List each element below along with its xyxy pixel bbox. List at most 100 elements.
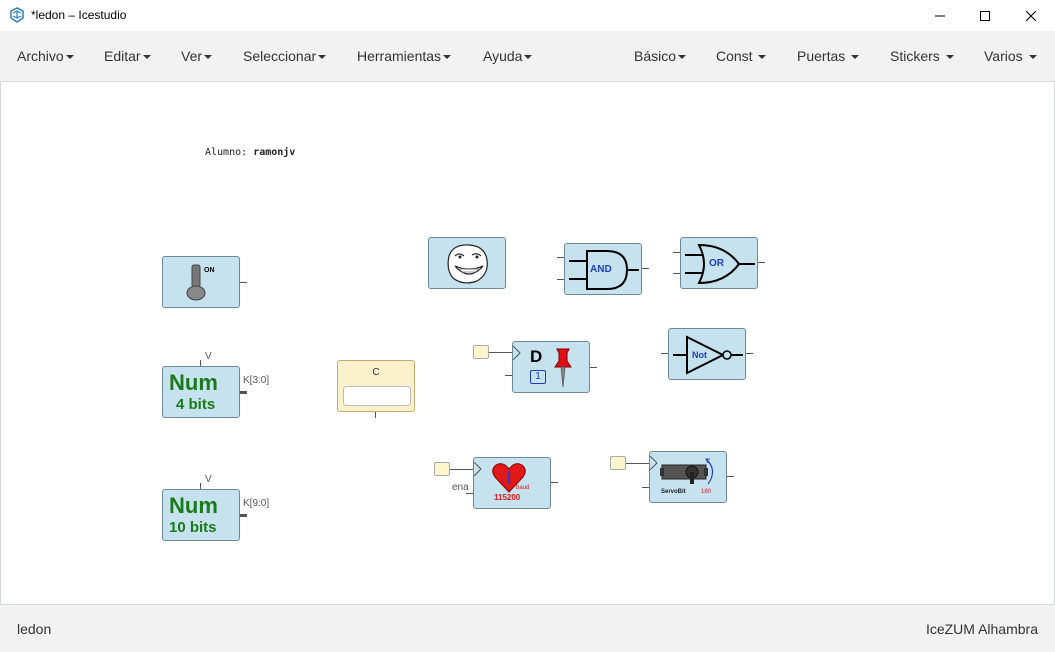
pin-stub — [505, 375, 512, 376]
caret-down-icon — [1028, 55, 1037, 60]
window-title: *ledon – Icestudio — [31, 8, 127, 22]
info-title: C — [372, 367, 380, 378]
pin-stub — [590, 367, 597, 368]
memo-value: ramonjv — [253, 147, 296, 158]
not-gate-icon — [673, 335, 743, 375]
info-block[interactable]: C — [337, 360, 415, 412]
status-project-name: ledon — [17, 621, 52, 637]
pin-stub — [727, 476, 734, 477]
menu-bar: Archivo Editar Ver Seleccionar Herramien… — [0, 31, 1055, 82]
input-port-square[interactable] — [434, 462, 450, 476]
servobit-block[interactable]: ServoBit 180 — [649, 451, 727, 503]
menu-archivo[interactable]: Archivo — [17, 48, 74, 64]
caret-down-icon — [945, 55, 954, 60]
and-label: AND — [590, 264, 612, 275]
memo-label: Alumno: — [205, 147, 248, 158]
menu-varios[interactable]: Varios — [984, 48, 1037, 64]
pin-stub — [758, 262, 765, 263]
not-gate-block[interactable]: Not — [668, 328, 746, 380]
menu-editar[interactable]: Editar — [104, 48, 151, 64]
maximize-button[interactable] — [962, 0, 1008, 31]
caret-down-icon — [524, 55, 533, 60]
and-gate-block[interactable]: AND — [564, 243, 642, 295]
memo-text[interactable]: Alumno: ramonjv — [205, 147, 295, 158]
switch-label: ON — [204, 267, 215, 274]
minimize-button[interactable] — [917, 0, 963, 31]
menu-seleccionar[interactable]: Seleccionar — [243, 48, 327, 64]
heart-baud-value: 115200 — [494, 493, 521, 502]
title-bar: *ledon – Icestudio — [0, 0, 1055, 31]
menu-const[interactable]: Const — [716, 48, 767, 64]
dff-block[interactable]: D 1 — [512, 341, 590, 393]
pin-stub — [557, 257, 564, 258]
pin-stub — [642, 487, 649, 488]
input-port-square[interactable] — [610, 456, 626, 470]
pin-stub — [466, 493, 473, 494]
caret-down-icon — [443, 55, 452, 60]
pin-stub — [746, 353, 753, 354]
wire-stub — [489, 352, 512, 353]
num10-port-label: K[9:0] — [243, 498, 270, 509]
pin-stub — [673, 252, 680, 253]
pin-stub — [642, 268, 649, 269]
status-board-name[interactable]: IceZUM Alhambra — [926, 621, 1038, 637]
clock-triangle-icon — [474, 462, 482, 476]
input-port-square[interactable] — [473, 345, 489, 359]
design-canvas[interactable]: Alumno: ramonjv ON V Num 4 bits K[3:0] V… — [0, 82, 1055, 604]
num10-block[interactable]: Num 10 bits — [162, 489, 240, 541]
wire-stub — [450, 469, 473, 470]
status-bar: ledon IceZUM Alhambra — [0, 604, 1055, 652]
icestudio-logo-icon — [10, 7, 24, 23]
clock-triangle-icon — [513, 346, 521, 360]
or-label: OR — [709, 258, 724, 269]
caret-down-icon — [204, 55, 213, 60]
pin-stub — [673, 273, 680, 274]
caret-down-icon — [318, 55, 327, 60]
num4-top-label: V — [205, 351, 212, 362]
num4-port-label: K[3:0] — [243, 375, 270, 386]
wire-stub — [240, 282, 247, 283]
menu-herramientas[interactable]: Herramientas — [357, 48, 452, 64]
trollface-sticker[interactable] — [428, 237, 506, 289]
not-label: Not — [692, 350, 707, 360]
menu-puertas[interactable]: Puertas — [797, 48, 860, 64]
caret-down-icon — [65, 55, 74, 60]
num10-line2: 10 bits — [169, 519, 217, 536]
dff-init-value: 1 — [530, 370, 546, 384]
caret-down-icon — [758, 55, 767, 60]
num10-top-label: V — [205, 474, 212, 485]
pin-stub — [551, 482, 558, 483]
num4-block[interactable]: Num 4 bits — [162, 366, 240, 418]
heart-ena-label: ena — [452, 482, 469, 493]
dff-letter: D — [530, 347, 543, 366]
servo-name: ServoBit — [661, 489, 686, 495]
clock-triangle-icon — [650, 456, 658, 470]
menu-ayuda[interactable]: Ayuda — [483, 48, 533, 64]
num10-line1: Num — [169, 493, 218, 518]
wire-stub — [626, 463, 649, 464]
minimize-icon — [935, 15, 945, 16]
info-value-field[interactable] — [343, 386, 411, 406]
pin-stub — [375, 412, 376, 418]
switch-block[interactable]: ON — [162, 256, 240, 308]
bus-stub — [240, 391, 247, 394]
caret-down-icon — [678, 55, 687, 60]
menu-basico[interactable]: Básico — [634, 48, 687, 64]
menu-ver[interactable]: Ver — [181, 48, 213, 64]
maximize-icon — [980, 10, 990, 21]
close-icon — [1026, 10, 1036, 21]
num4-line1: Num — [169, 370, 218, 395]
caret-down-icon — [142, 55, 151, 60]
caret-down-icon — [851, 55, 860, 60]
menu-stickers[interactable]: Stickers — [890, 48, 954, 64]
pushpin-icon — [554, 348, 572, 388]
heart-block[interactable]: baud 115200 — [473, 457, 551, 509]
pin-stub — [661, 353, 668, 354]
heart-unit-label: baud — [516, 485, 530, 491]
close-button[interactable] — [1008, 0, 1054, 31]
servo-motor-icon — [660, 458, 714, 485]
or-gate-block[interactable]: OR — [680, 237, 758, 289]
trollface-icon — [447, 244, 488, 284]
num4-line2: 4 bits — [176, 396, 216, 413]
servo-angle: 180 — [701, 489, 712, 495]
